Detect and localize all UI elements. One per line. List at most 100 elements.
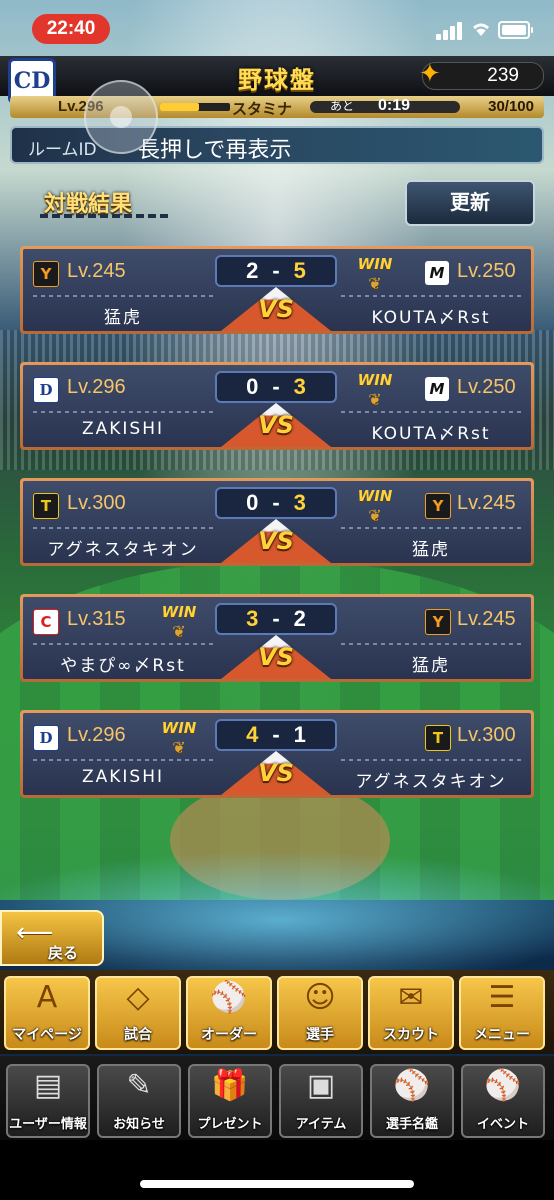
score-dash: - bbox=[272, 722, 280, 747]
marines-icon: M bbox=[425, 261, 449, 285]
score-box: 0-3 bbox=[215, 371, 337, 403]
result-row[interactable]: D Lv.296 ZAKISHI 0-3 VS WIN ❦ M Lv.250 K… bbox=[20, 362, 534, 450]
vs-label: VS bbox=[258, 643, 294, 671]
result-row[interactable]: C Lv.315 やまぴ∞〆Rst 3-2 VS WIN ❦ Y Lv.245 … bbox=[20, 594, 534, 682]
right-player-name: 猛虎 bbox=[412, 540, 450, 560]
dragons-icon: D bbox=[33, 725, 59, 751]
score-dash: - bbox=[272, 490, 280, 515]
divider bbox=[33, 527, 213, 529]
nav-label: 選手名鑑 bbox=[385, 1117, 438, 1132]
left-player-name: 猛虎 bbox=[104, 308, 142, 328]
match-icon: ◇ bbox=[126, 980, 150, 1015]
battery-icon bbox=[498, 21, 533, 39]
event-icon: ⚾ bbox=[484, 1068, 522, 1103]
nav-label: メニュー bbox=[474, 1027, 530, 1043]
vs-label: VS bbox=[258, 759, 294, 787]
right-player-name: KOUTA〆Rst bbox=[371, 424, 491, 444]
virtual-joystick[interactable] bbox=[84, 80, 158, 154]
scout-icon: ✉ bbox=[398, 980, 424, 1015]
score-box: 0-3 bbox=[215, 487, 337, 519]
left-player-level: Lv.296 bbox=[67, 376, 126, 398]
dragons-icon: D bbox=[33, 377, 59, 403]
back-button[interactable]: ⟵ 戻る bbox=[0, 910, 104, 966]
laurel-wreath-icon: ❦ bbox=[172, 622, 186, 641]
score-dash: - bbox=[272, 606, 280, 631]
win-badge: WIN ❦ bbox=[151, 603, 207, 649]
result-row[interactable]: T Lv.300 アグネスタキオン 0-3 VS WIN ❦ Y Lv.245 … bbox=[20, 478, 534, 566]
stamina-value: 30/100 bbox=[488, 98, 534, 115]
stamina-timer: 0:19 bbox=[378, 97, 411, 114]
win-label: WIN bbox=[161, 603, 197, 621]
left-player-name: やまぴ∞〆Rst bbox=[60, 656, 186, 676]
order-icon: ⚾ bbox=[210, 980, 248, 1015]
score-box: 3-2 bbox=[215, 603, 337, 635]
laurel-wreath-icon: ❦ bbox=[172, 738, 186, 757]
item-icon: ▣ bbox=[306, 1068, 336, 1103]
news-icon: ✎ bbox=[126, 1068, 152, 1103]
divider bbox=[33, 295, 213, 297]
players-icon: ☺ bbox=[304, 980, 336, 1015]
home-indicator[interactable] bbox=[140, 1180, 414, 1188]
nav-label: オーダー bbox=[201, 1027, 257, 1043]
left-player-name: アグネスタキオン bbox=[47, 540, 199, 560]
back-label: 戻る bbox=[48, 944, 79, 962]
divider bbox=[341, 527, 521, 529]
result-row-panel: T Lv.300 アグネスタキオン 0-3 VS WIN ❦ Y Lv.245 … bbox=[23, 481, 531, 563]
menu-icon: ☰ bbox=[488, 980, 516, 1015]
result-row[interactable]: Y Lv.245 猛虎 2-5 VS WIN ❦ M Lv.250 KOUTA〆… bbox=[20, 246, 534, 334]
primary-nav: A マイページ ◇ 試合 ⚾ オーダー ☺ 選手 ✉ スカウト ☰ メニュー bbox=[0, 970, 554, 1054]
right-score: 2 bbox=[293, 606, 306, 631]
tigers-icon: T bbox=[425, 725, 451, 751]
wifi-icon bbox=[473, 23, 489, 36]
score-box: 4-1 bbox=[215, 719, 337, 751]
right-score: 3 bbox=[293, 490, 306, 515]
experience-bar bbox=[160, 103, 230, 111]
left-player-level: Lv.245 bbox=[67, 260, 126, 282]
room-id-message: 長押しで再表示 bbox=[138, 138, 292, 163]
right-player-name: アグネスタキオン bbox=[355, 772, 507, 792]
nav-scout-button[interactable]: ✉ スカウト bbox=[368, 976, 454, 1050]
room-id-label: ルームID bbox=[28, 140, 97, 160]
nav-present-button[interactable]: 🎁 プレゼント bbox=[188, 1064, 272, 1138]
status-bar: 22:40 bbox=[0, 0, 554, 56]
refresh-button[interactable]: 更新 bbox=[405, 180, 535, 226]
right-score: 3 bbox=[293, 374, 306, 399]
nav-news-button[interactable]: ✎ お知らせ bbox=[97, 1064, 181, 1138]
nav-label: プレゼント bbox=[197, 1117, 263, 1132]
divider bbox=[341, 411, 521, 413]
result-row-panel: D Lv.296 ZAKISHI 4-1 VS WIN ❦ T Lv.300 ア… bbox=[23, 713, 531, 795]
result-row-panel: C Lv.315 やまぴ∞〆Rst 3-2 VS WIN ❦ Y Lv.245 … bbox=[23, 597, 531, 679]
vs-label: VS bbox=[258, 295, 294, 323]
secondary-nav: ▤ ユーザー情報 ✎ お知らせ 🎁 プレゼント ▣ アイテム ⚾ 選手名鑑 ⚾ イベント bbox=[0, 1056, 554, 1140]
right-player-level: Lv.250 bbox=[457, 376, 516, 398]
nav-player-book-button[interactable]: ⚾ 選手名鑑 bbox=[370, 1064, 454, 1138]
marines-icon: M bbox=[425, 377, 449, 401]
left-player-level: Lv.296 bbox=[67, 724, 126, 746]
nav-label: 試合 bbox=[124, 1027, 152, 1043]
left-score: 3 bbox=[246, 606, 259, 631]
nav-mypage-button[interactable]: A マイページ bbox=[4, 976, 90, 1050]
giants-icon: Y bbox=[425, 609, 451, 635]
nav-menu-button[interactable]: ☰ メニュー bbox=[459, 976, 545, 1050]
nav-label: アイテム bbox=[295, 1117, 347, 1132]
coin-counter[interactable]: ✦ 239 bbox=[419, 59, 544, 90]
nav-match-button[interactable]: ◇ 試合 bbox=[95, 976, 181, 1050]
signal-icon bbox=[436, 22, 464, 40]
nav-players-button[interactable]: ☺ 選手 bbox=[277, 976, 363, 1050]
score-dash: - bbox=[272, 258, 280, 283]
vs-label: VS bbox=[258, 527, 294, 555]
nav-user-info-button[interactable]: ▤ ユーザー情報 bbox=[6, 1064, 90, 1138]
nav-label: スカウト bbox=[383, 1027, 439, 1043]
left-score: 0 bbox=[246, 490, 259, 515]
right-score: 1 bbox=[293, 722, 306, 747]
nav-event-button[interactable]: ⚾ イベント bbox=[461, 1064, 545, 1138]
nav-item-button[interactable]: ▣ アイテム bbox=[279, 1064, 363, 1138]
result-row[interactable]: D Lv.296 ZAKISHI 4-1 VS WIN ❦ T Lv.300 ア… bbox=[20, 710, 534, 798]
nav-label: イベント bbox=[476, 1117, 529, 1132]
left-score: 0 bbox=[246, 374, 259, 399]
nav-order-button[interactable]: ⚾ オーダー bbox=[186, 976, 272, 1050]
divider bbox=[341, 295, 521, 297]
laurel-wreath-icon: ❦ bbox=[368, 390, 382, 409]
carp-icon: C bbox=[33, 609, 59, 635]
home-indicator-area bbox=[0, 1140, 554, 1200]
